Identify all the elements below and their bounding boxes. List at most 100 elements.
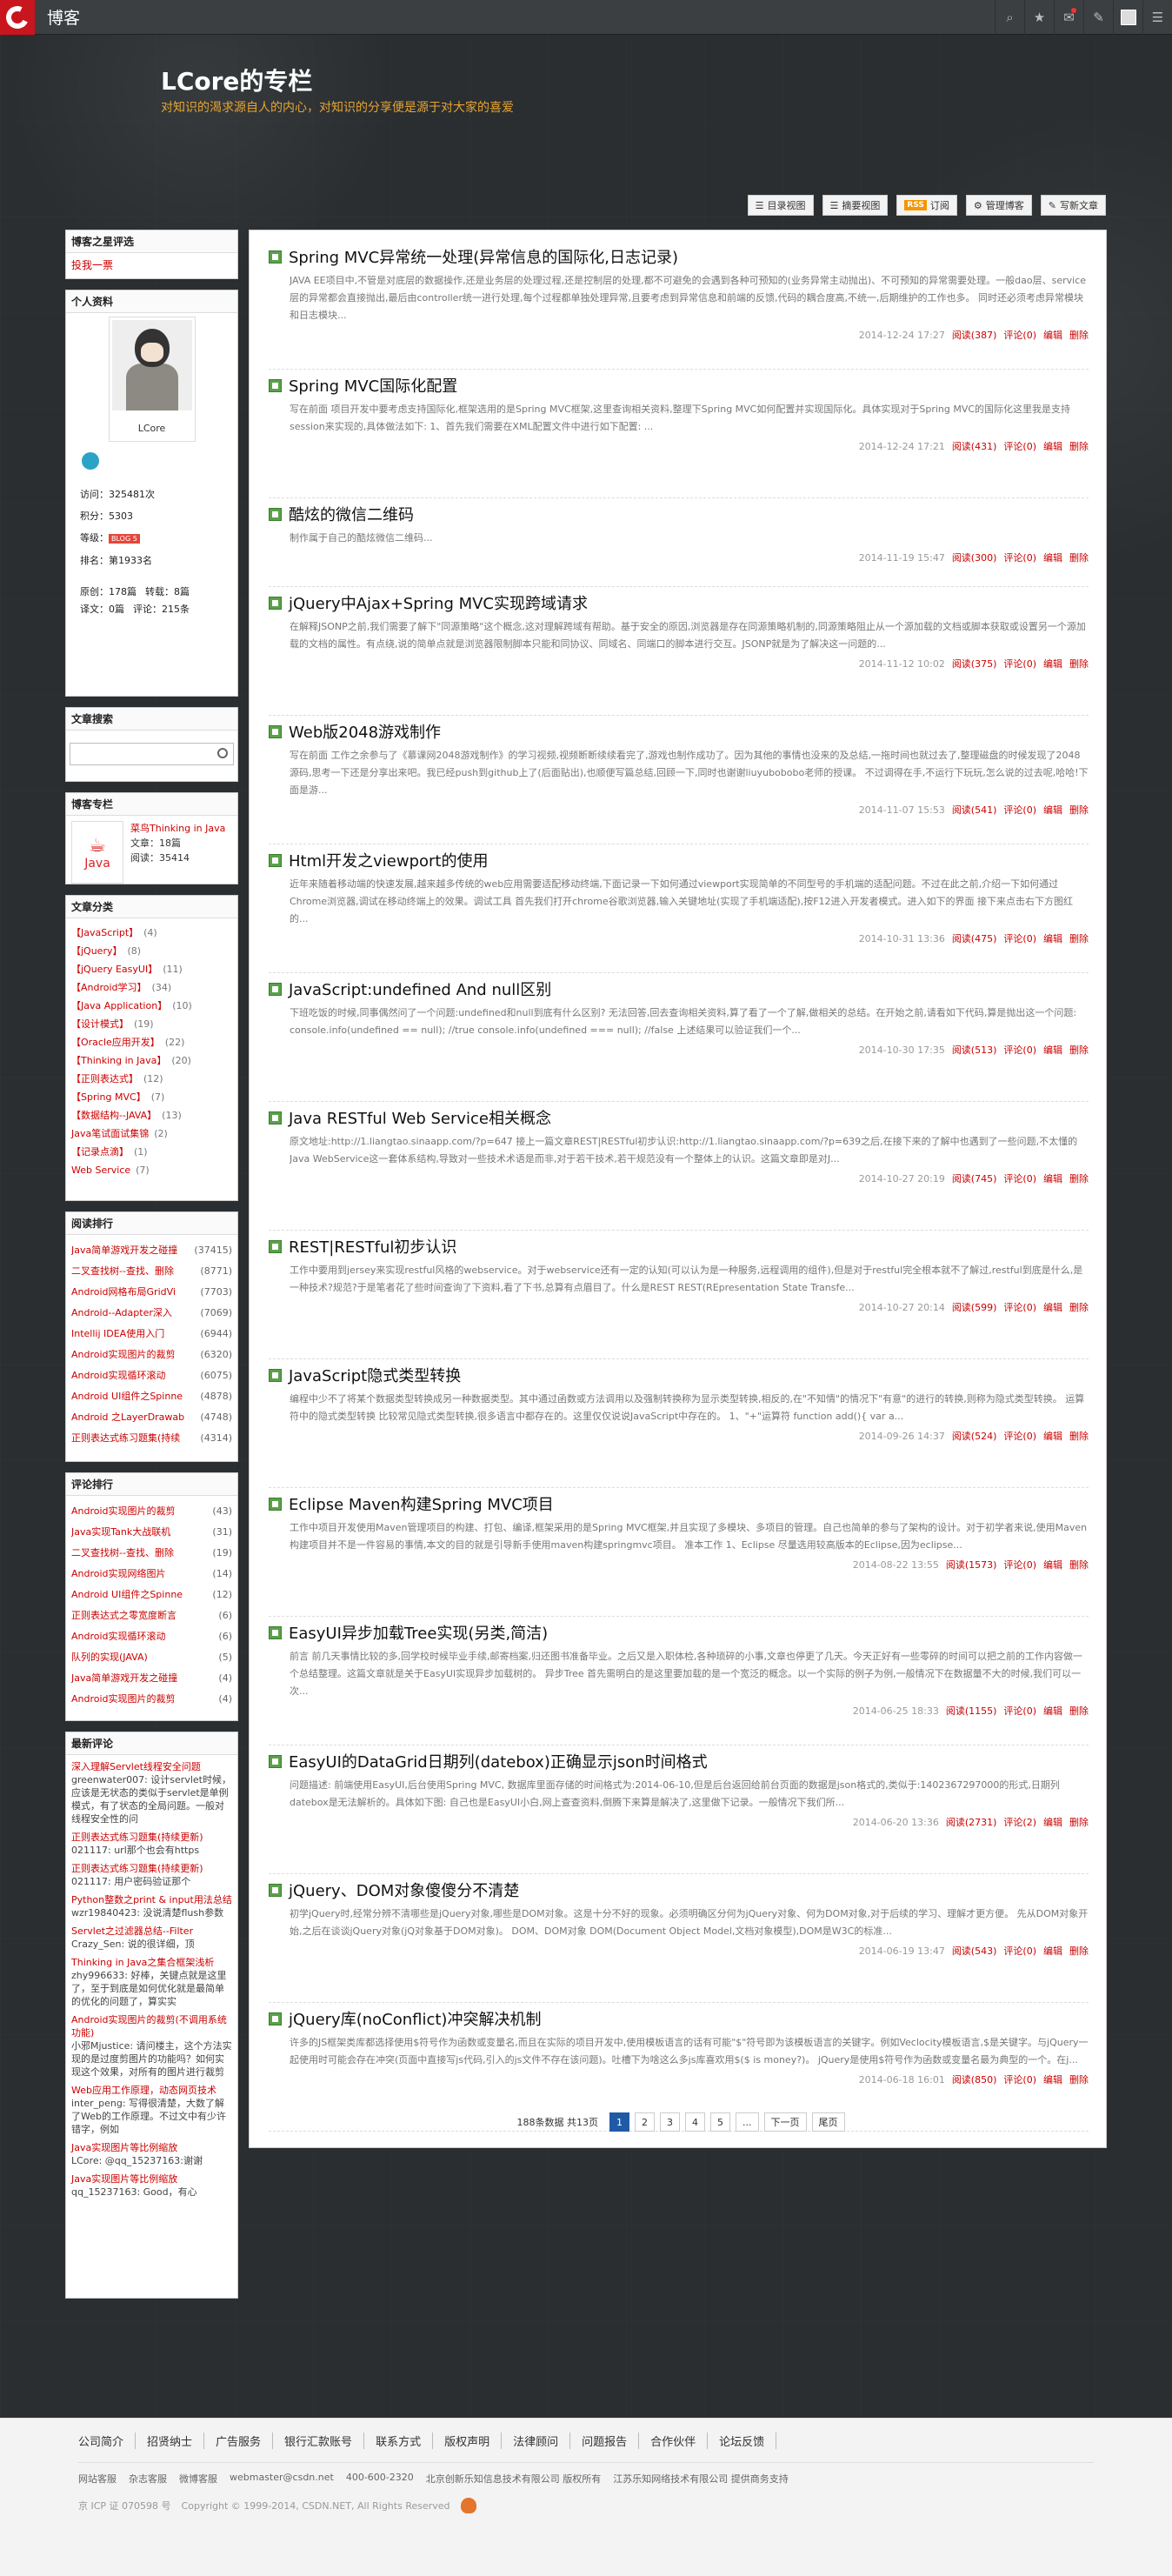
footer-contact[interactable]: 杂志客服 xyxy=(129,2472,167,2486)
comment-rank-item[interactable]: Android实现图片的裁剪 (4) xyxy=(71,1689,232,1710)
read-count-link[interactable]: 阅读(543) xyxy=(952,1945,997,1957)
delete-link[interactable]: 删除 xyxy=(1069,1817,1089,1828)
category-link[interactable]: 【Java Application】 xyxy=(71,1000,167,1011)
category-link[interactable]: 【JavaScript】 xyxy=(71,927,138,938)
page-button[interactable]: 4 xyxy=(685,2112,705,2132)
read-count-link[interactable]: 阅读(541) xyxy=(952,804,997,816)
category-item[interactable]: 【jQuery EasyUI】 (11) xyxy=(71,960,232,978)
comment-article-link[interactable]: 正则表达式练习题集(持续更新) xyxy=(71,1832,203,1843)
category-link[interactable]: Web Service xyxy=(71,1165,130,1176)
category-link[interactable]: 【数据结构--JAVA】 xyxy=(71,1110,156,1121)
read-rank-item-link[interactable]: Java简单游戏开发之碰撞 xyxy=(71,1240,177,1261)
comment-count-link[interactable]: 评论(2) xyxy=(1003,1817,1036,1828)
edit-link[interactable]: 编辑 xyxy=(1043,1431,1062,1442)
read-rank-item-link[interactable]: 正则表达式练习题集(持续 xyxy=(71,1428,180,1449)
comment-rank-item[interactable]: Android实现图片的裁剪 (43) xyxy=(71,1501,232,1522)
edit-link[interactable]: 编辑 xyxy=(1043,441,1062,452)
comment-count-link[interactable]: 评论(0) xyxy=(1003,1559,1036,1571)
delete-link[interactable]: 删除 xyxy=(1069,1044,1089,1056)
category-item[interactable]: Java笔试面试集锦 (2) xyxy=(71,1124,232,1143)
delete-link[interactable]: 删除 xyxy=(1069,658,1089,670)
police-badge-icon[interactable] xyxy=(460,2498,476,2513)
read-count-link[interactable]: 阅读(1573) xyxy=(946,1559,997,1571)
category-link[interactable]: 【正则表达式】 xyxy=(71,1073,138,1084)
comment-article-link[interactable]: Java实现图片等比例缩放 xyxy=(71,2173,177,2185)
article-title[interactable]: jQuery、DOM对象傻傻分不清楚 xyxy=(289,1879,519,1901)
manage-blog-button[interactable]: ⚙ 管理博客 xyxy=(965,195,1032,216)
column-name[interactable]: 菜鸟Thinking in Java xyxy=(130,821,225,836)
category-item[interactable]: 【Android学习】 (34) xyxy=(71,978,232,997)
article-title[interactable]: REST|RESTful初步认识 xyxy=(289,1235,456,1258)
comment-count-link[interactable]: 评论(0) xyxy=(1003,1044,1036,1056)
page-button[interactable]: ... xyxy=(736,2112,759,2132)
page-button[interactable]: 2 xyxy=(635,2112,655,2132)
category-link[interactable]: Java笔试面试集锦 xyxy=(71,1128,149,1139)
read-count-link[interactable]: 阅读(513) xyxy=(952,1044,997,1056)
read-count-link[interactable]: 阅读(745) xyxy=(952,1173,997,1185)
comment-article-link[interactable]: 正则表达式练习题集(持续更新) xyxy=(71,1863,203,1874)
star-icon[interactable]: ★ xyxy=(1024,0,1054,35)
footer-link[interactable]: 合作伙伴 xyxy=(639,2433,709,2449)
category-item[interactable]: 【Oracle应用开发】 (22) xyxy=(71,1033,232,1051)
search-icon[interactable] xyxy=(217,748,228,758)
delete-link[interactable]: 删除 xyxy=(1069,1302,1089,1313)
article-title[interactable]: JavaScript:undefined And null区别 xyxy=(289,978,551,1000)
read-rank-item-link[interactable]: Android实现图片的裁剪 xyxy=(71,1345,176,1365)
csdn-logo[interactable] xyxy=(0,0,35,35)
read-rank-item-link[interactable]: Android网格布局GridVi xyxy=(71,1282,176,1303)
edit-link[interactable]: 编辑 xyxy=(1043,1559,1062,1571)
read-rank-item[interactable]: 二叉查找树--查找、删除 (8771) xyxy=(71,1261,232,1282)
footer-link[interactable]: 招贤纳士 xyxy=(136,2433,205,2449)
edit-link[interactable]: 编辑 xyxy=(1043,330,1062,341)
comment-rank-item[interactable]: 队列的实现(JAVA) (5) xyxy=(71,1647,232,1668)
comment-count-link[interactable]: 评论(0) xyxy=(1003,552,1036,564)
bell-icon[interactable]: ✉ xyxy=(1054,0,1083,35)
edit-link[interactable]: 编辑 xyxy=(1043,1302,1062,1313)
category-link[interactable]: 【Android学习】 xyxy=(71,982,147,993)
footer-copyright[interactable]: 京 ICP 证 070598 号 xyxy=(78,2499,171,2513)
category-link[interactable]: 【记录点滴】 xyxy=(71,1146,129,1158)
comment-rank-item[interactable]: Android UI组件之Spinne (12) xyxy=(71,1585,232,1605)
edit-link[interactable]: 编辑 xyxy=(1043,2074,1062,2085)
delete-link[interactable]: 删除 xyxy=(1069,804,1089,816)
comment-rank-item-link[interactable]: 队列的实现(JAVA) xyxy=(71,1647,148,1668)
read-rank-item[interactable]: Android网格布局GridVi (7703) xyxy=(71,1282,232,1303)
category-item[interactable]: 【Spring MVC】 (7) xyxy=(71,1088,232,1106)
article-title[interactable]: Web版2048游戏制作 xyxy=(289,720,441,743)
delete-link[interactable]: 删除 xyxy=(1069,1705,1089,1717)
category-link[interactable]: 【Spring MVC】 xyxy=(71,1091,146,1103)
read-rank-item[interactable]: Android实现循环滚动 (6075) xyxy=(71,1365,232,1386)
article-title[interactable]: Eclipse Maven构建Spring MVC项目 xyxy=(289,1492,554,1515)
subscribe-button[interactable]: RSS 订阅 xyxy=(896,195,957,216)
comment-article-link[interactable]: Android实现图片的裁剪(不调用系统功能) xyxy=(71,2014,227,2039)
comment-rank-item-link[interactable]: Android实现图片的裁剪 xyxy=(71,1501,176,1522)
comment-rank-item-link[interactable]: Android实现网络图片 xyxy=(71,1564,166,1585)
delete-link[interactable]: 删除 xyxy=(1069,2074,1089,2085)
category-item[interactable]: 【设计模式】 (19) xyxy=(71,1015,232,1033)
footer-contact[interactable]: webmaster@csdn.net xyxy=(230,2472,334,2486)
vote-link[interactable]: 投我一票 xyxy=(71,258,232,273)
page-button[interactable]: 5 xyxy=(710,2112,730,2132)
edit-link[interactable]: 编辑 xyxy=(1043,1945,1062,1957)
blog-title[interactable]: LCore的专栏 xyxy=(161,63,312,97)
category-link[interactable]: 【设计模式】 xyxy=(71,1018,129,1030)
read-count-link[interactable]: 阅读(1155) xyxy=(946,1705,997,1717)
page-button[interactable]: 3 xyxy=(660,2112,680,2132)
category-link[interactable]: 【jQuery】 xyxy=(71,945,123,957)
comment-rank-item-link[interactable]: Java简单游戏开发之碰撞 xyxy=(71,1668,177,1689)
comment-count-link[interactable]: 评论(0) xyxy=(1003,441,1036,452)
comment-count-link[interactable]: 评论(0) xyxy=(1003,1302,1036,1313)
summary-view-button[interactable]: ☰ 摘要视图 xyxy=(822,195,889,216)
comment-rank-item[interactable]: Java简单游戏开发之碰撞 (4) xyxy=(71,1668,232,1689)
article-title[interactable]: 酷炫的微信二维码 xyxy=(289,503,414,525)
category-item[interactable]: 【Thinking in Java】 (20) xyxy=(71,1051,232,1070)
read-rank-item[interactable]: Intellij IDEA使用入门 (6944) xyxy=(71,1324,232,1345)
edit-link[interactable]: 编辑 xyxy=(1043,804,1062,816)
delete-link[interactable]: 删除 xyxy=(1069,552,1089,564)
read-rank-item-link[interactable]: Android 之LayerDrawab xyxy=(71,1407,184,1428)
read-rank-item[interactable]: Android 之LayerDrawab (4748) xyxy=(71,1407,232,1428)
read-rank-item-link[interactable]: Android UI组件之Spinne xyxy=(71,1386,183,1407)
read-count-link[interactable]: 阅读(475) xyxy=(952,933,997,944)
delete-link[interactable]: 删除 xyxy=(1069,441,1089,452)
read-rank-item[interactable]: Java简单游戏开发之碰撞 (37415) xyxy=(71,1240,232,1261)
